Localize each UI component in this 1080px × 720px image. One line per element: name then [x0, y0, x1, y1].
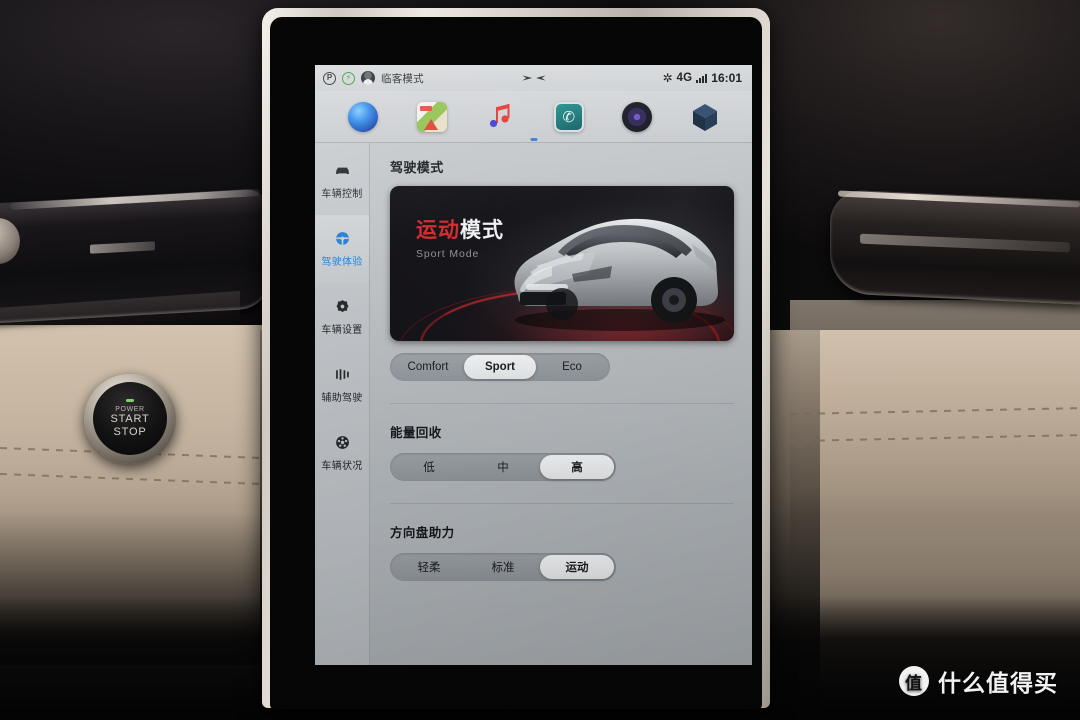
sidebar-item-vehicle-status[interactable]: 车辆状况: [315, 419, 369, 487]
sidebar-item-driver-assistance[interactable]: 辅助驾驶: [315, 351, 369, 419]
drive-mode-hero-card: 运动模式 Sport Mode: [390, 186, 734, 341]
section-divider: [390, 403, 734, 404]
drive-mode-segmented-control[interactable]: Comfort Sport Eco: [390, 353, 610, 381]
sidebar-nav: 车辆控制 驾驶体验 车辆设置 辅助驾驶 车辆状况: [315, 143, 370, 665]
steering-assist-title: 方向盘助力: [390, 526, 455, 540]
drive-mode-option-eco[interactable]: Eco: [536, 355, 608, 379]
bluetooth-icon: ✲: [662, 71, 673, 85]
infotainment-screen: P ⚡ 临客模式 ✲ 4G 16:01 ✆ 车辆控制 驾驶体验 车辆设置 辅助驾…: [315, 65, 752, 665]
xpeng-x-logo: [521, 75, 546, 81]
energy-recovery-option-high[interactable]: 高: [540, 455, 614, 479]
gear-icon: [336, 300, 348, 313]
drive-mode-title: 驾驶模式: [390, 160, 444, 175]
energy-recovery-title: 能量回收: [390, 426, 442, 440]
steering-assist-option-sport[interactable]: 运动: [540, 555, 614, 579]
energy-recovery-option-medium[interactable]: 中: [466, 455, 540, 479]
sidebar-item-driving-experience[interactable]: 驾驶体验: [315, 215, 369, 283]
energy-recovery-section: 能量回收 低 中 高: [390, 422, 734, 481]
drive-mode-option-sport[interactable]: Sport: [464, 355, 536, 379]
cube-icon[interactable]: [691, 102, 719, 132]
steering-assist-segmented-control[interactable]: 轻柔 标准 运动: [390, 553, 616, 581]
wheel-icon: [335, 436, 349, 449]
energy-recovery-option-low[interactable]: 低: [392, 455, 466, 479]
charging-bolt-icon: ⚡: [342, 71, 355, 85]
parking-sensor-icon: [335, 369, 349, 380]
section-divider: [390, 503, 734, 504]
phone-handset-icon[interactable]: ✆: [553, 101, 584, 132]
parking-p-icon: P: [323, 71, 336, 85]
sidebar-label: 辅助驾驶: [321, 393, 363, 404]
car-front-icon: [335, 167, 349, 175]
status-mode-label: 临客模式: [381, 72, 424, 85]
user-avatar-icon[interactable]: [361, 71, 375, 85]
settings-content: 驾驶模式 运动模式 Sport Mode Comfort Sport Eco 能…: [370, 143, 752, 665]
signal-bars-icon: [696, 73, 708, 83]
dock-page-indicator: [530, 138, 537, 141]
network-label: 4G: [676, 72, 693, 84]
sidebar-label: 驾驶体验: [321, 257, 363, 268]
voice-assistant-icon[interactable]: [348, 101, 379, 132]
steering-assist-option-soft[interactable]: 轻柔: [392, 555, 466, 579]
sidebar-item-vehicle-settings[interactable]: 车辆设置: [315, 283, 369, 351]
sidebar-label: 车辆设置: [321, 325, 363, 336]
photo-scene: POWER START STOP P ⚡ 临客模式 ✲ 4G 16:01 ✆ 车…: [0, 0, 1080, 720]
music-note-icon[interactable]: [485, 102, 515, 132]
hero-text-block: 运动模式 Sport Mode: [416, 220, 504, 260]
sidebar-item-vehicle-control[interactable]: 车辆控制: [315, 147, 369, 215]
camera-lens-icon[interactable]: [622, 101, 653, 132]
dashboard-leather-right: [790, 300, 1080, 630]
steering-assist-option-standard[interactable]: 标准: [466, 555, 540, 579]
start-button-stop-label: STOP: [113, 425, 147, 438]
steering-assist-section: 方向盘助力 轻柔 标准 运动: [390, 522, 734, 581]
sidebar-label: 车辆控制: [321, 189, 363, 200]
start-button-power-label: POWER: [115, 405, 145, 413]
status-bar: P ⚡ 临客模式 ✲ 4G 16:01: [315, 65, 752, 91]
start-button-start-label: START: [110, 412, 150, 425]
power-led-indicator: [126, 398, 134, 402]
hero-title-white: 模式: [460, 219, 504, 242]
map-navigation-icon[interactable]: [416, 101, 447, 132]
vehicle-illustration: [514, 218, 725, 331]
start-stop-button[interactable]: POWER START STOP: [93, 382, 167, 455]
sidebar-label: 车辆状况: [321, 461, 363, 472]
watermark: 值 什么值得买: [899, 664, 1058, 698]
clock-label: 16:01: [711, 71, 742, 85]
steering-wheel-icon: [335, 232, 349, 245]
watermark-badge: 值: [899, 666, 929, 696]
energy-recovery-segmented-control[interactable]: 低 中 高: [390, 453, 616, 481]
watermark-text: 什么值得买: [938, 670, 1058, 696]
hero-title-red: 运动: [416, 219, 460, 242]
screen-body: 车辆控制 驾驶体验 车辆设置 辅助驾驶 车辆状况 驾驶模式 运动模式 Sport…: [315, 143, 752, 665]
drive-mode-option-comfort[interactable]: Comfort: [392, 355, 464, 379]
hero-subtitle: Sport Mode: [416, 248, 480, 260]
app-dock: ✆: [315, 91, 752, 143]
